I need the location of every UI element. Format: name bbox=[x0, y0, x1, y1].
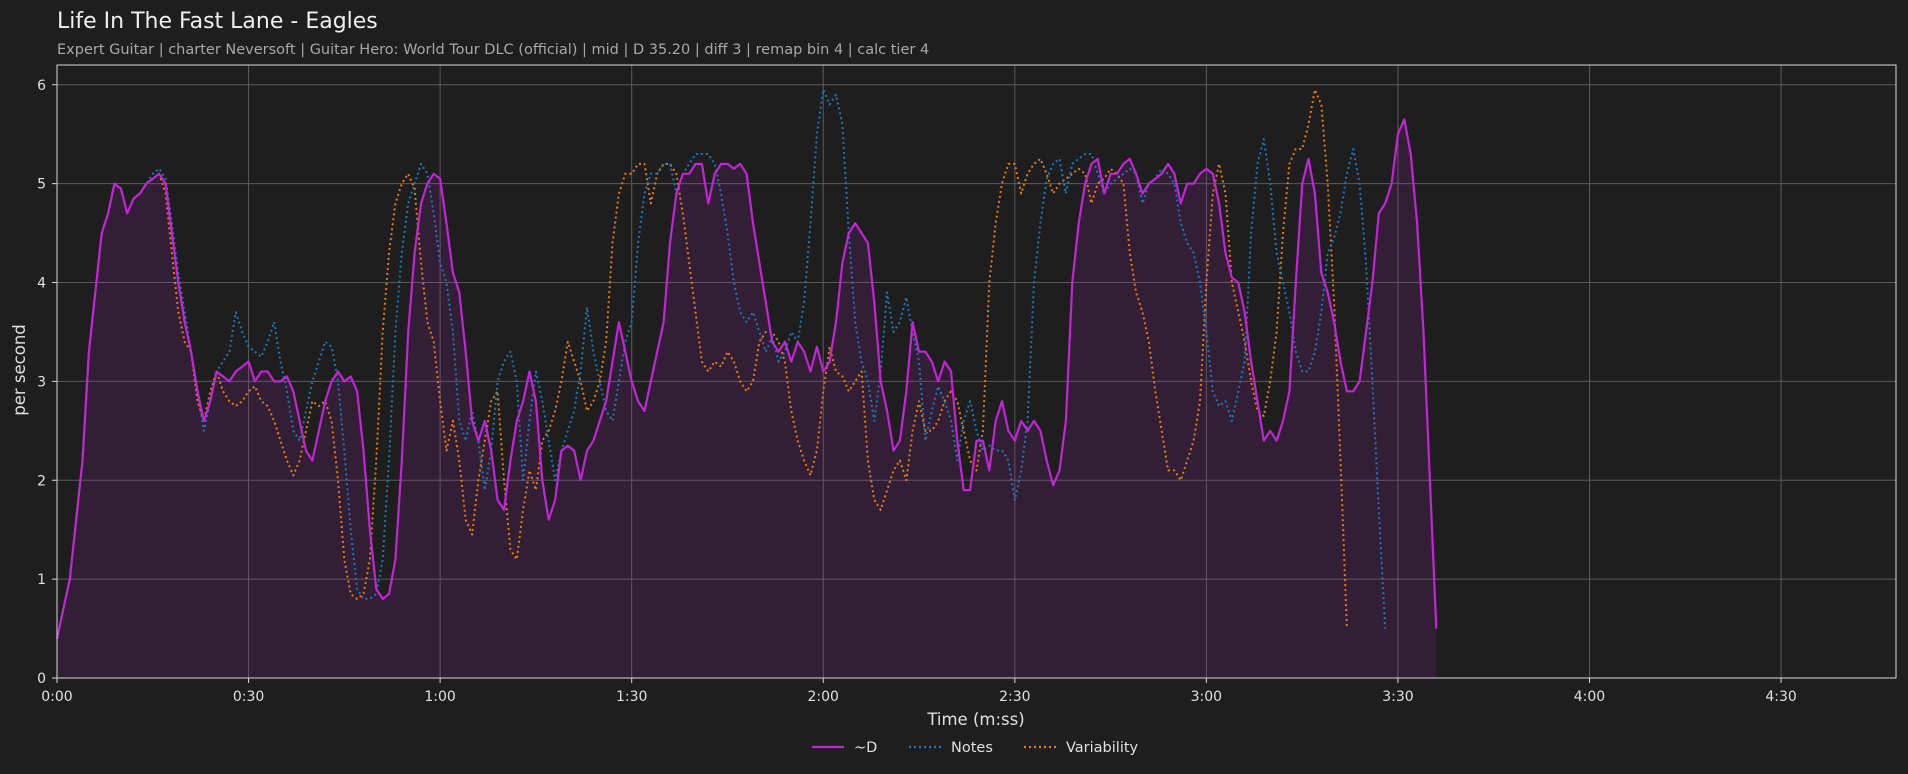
y-axis-label: per second bbox=[10, 324, 29, 416]
legend-label-2: Variability bbox=[1066, 740, 1139, 756]
x-tick-label: 4:00 bbox=[1574, 689, 1605, 705]
chart-title: Life In The Fast Lane - Eagles bbox=[57, 9, 378, 34]
y-tick-label: 0 bbox=[37, 671, 46, 687]
y-tick-label: 4 bbox=[37, 276, 46, 292]
legend: ~D Notes Variability bbox=[812, 740, 1139, 756]
x-axis-label: Time (m:ss) bbox=[926, 710, 1024, 729]
legend-label-1: Notes bbox=[951, 740, 993, 756]
y-tick-label: 1 bbox=[37, 572, 46, 588]
chart-subtitle: Expert Guitar | charter Neversoft | Guit… bbox=[57, 42, 929, 58]
plot-area: 0:00 0:30 1:00 1:30 2:00 2:30 3:00 3:30 4:00 4:30… bbox=[37, 64, 1897, 705]
x-tick-label: 3:30 bbox=[1382, 689, 1413, 705]
x-tick-label: 1:30 bbox=[616, 689, 647, 705]
x-tick-label: 1:00 bbox=[424, 689, 455, 705]
series-area-0 bbox=[57, 119, 1437, 678]
y-tick-label: 5 bbox=[37, 177, 46, 193]
x-tick-label: 2:30 bbox=[999, 689, 1030, 705]
chart-canvas: Life In The Fast Lane - Eagles Expert Gu… bbox=[10, 9, 1897, 756]
x-tick-label: 0:30 bbox=[233, 689, 264, 705]
x-tick-label: 4:30 bbox=[1765, 689, 1796, 705]
x-tick-label: 2:00 bbox=[808, 689, 839, 705]
y-tick-label: 3 bbox=[37, 374, 46, 390]
x-tick-label: 3:00 bbox=[1191, 689, 1222, 705]
y-tick-label: 6 bbox=[37, 78, 46, 94]
x-tick-label: 0:00 bbox=[41, 689, 72, 705]
y-tick-label: 2 bbox=[37, 473, 46, 489]
legend-label-0: ~D bbox=[854, 740, 877, 756]
